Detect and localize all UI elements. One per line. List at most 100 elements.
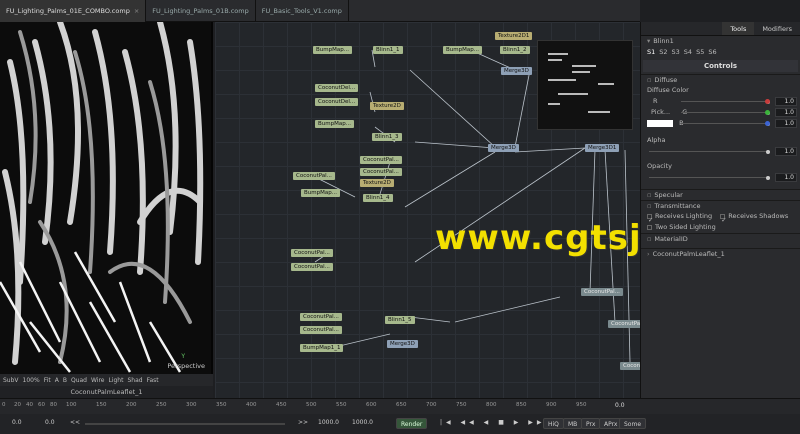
- set-s1[interactable]: S1: [647, 47, 655, 58]
- node-coconut-pal-2[interactable]: CoconutPal...: [360, 156, 402, 164]
- receives-lighting-checkbox[interactable]: ✓: [647, 213, 653, 224]
- set-s3[interactable]: S3: [672, 47, 680, 58]
- opacity-slider[interactable]: [649, 175, 770, 180]
- node-blinn-2[interactable]: Blinn1_2: [500, 46, 530, 54]
- node-coconut-pal-9[interactable]: CoconutPal...: [608, 320, 640, 328]
- node-coconut-pal-5[interactable]: CoconutPal...: [291, 263, 333, 271]
- set-s2[interactable]: S2: [659, 47, 667, 58]
- global-start-field[interactable]: 0.0: [12, 419, 22, 426]
- ruler[interactable]: 0 20 40 60 80 100 150 200 250 300 350 40…: [0, 399, 610, 415]
- node-merge3d-4[interactable]: Merge3D: [387, 340, 418, 348]
- slider-knob[interactable]: [766, 175, 770, 180]
- node-blinn-5[interactable]: Blinn1_5: [385, 316, 415, 324]
- a-button[interactable]: A: [55, 377, 59, 384]
- render-start-field[interactable]: 0.0: [45, 419, 55, 426]
- diffuse-section[interactable]: ▫ Diffuse: [641, 74, 800, 85]
- prx-button[interactable]: Prx: [581, 418, 601, 429]
- set-s4[interactable]: S4: [684, 47, 692, 58]
- two-sided-checkbox[interactable]: [647, 224, 652, 230]
- node-coconut-pal-7[interactable]: CoconutPal...: [300, 326, 342, 334]
- tool-header[interactable]: ▾ Blinn1: [641, 36, 800, 47]
- expand-icon[interactable]: ▫: [647, 234, 651, 245]
- opacity-value[interactable]: 1.0: [775, 173, 797, 182]
- timeline-current-value[interactable]: 0.0: [615, 402, 625, 409]
- light-button[interactable]: Light: [108, 377, 123, 384]
- set-s6[interactable]: S6: [708, 47, 716, 58]
- fast-button[interactable]: Fast: [147, 377, 159, 384]
- chevron-down-icon[interactable]: ▾: [647, 36, 650, 47]
- render-end-field[interactable]: 1000.0: [318, 419, 339, 426]
- node-coconut-pal-4[interactable]: CoconutPal...: [291, 249, 333, 257]
- node-coconut-del-1[interactable]: CoconutDel...: [315, 84, 359, 92]
- range-scrollbar[interactable]: [85, 423, 285, 425]
- slider-knob[interactable]: [766, 149, 770, 154]
- node-texture2d-2[interactable]: Texture2D: [370, 102, 404, 110]
- node-blinn-1[interactable]: Blinn1_1: [373, 46, 403, 54]
- node-coconut-pal-1[interactable]: CoconutPal...: [293, 172, 335, 180]
- channel-b-slider[interactable]: [681, 121, 770, 126]
- tab-comp-1[interactable]: FU_Lighting_Palms_01E_COMBO.comp ×: [0, 0, 147, 22]
- alpha-value[interactable]: 1.0: [775, 147, 797, 156]
- zoom-level[interactable]: 100%: [23, 377, 40, 384]
- scroll-left-icon[interactable]: <<: [70, 419, 80, 426]
- color-swatch[interactable]: [647, 119, 673, 127]
- transmittance-section[interactable]: ▫ Transmittance: [641, 200, 800, 211]
- node-bumpmap-3[interactable]: BumpMap...: [315, 120, 354, 128]
- tab-comp-2[interactable]: FU_Lighting_Palms_01B.comp: [146, 0, 256, 22]
- pick-button[interactable]: Pick...: [651, 108, 670, 116]
- node-blinn-4[interactable]: Blinn1_4: [363, 194, 393, 202]
- material-id-section[interactable]: ▫ MaterialID: [641, 233, 800, 244]
- set-s5[interactable]: S5: [696, 47, 704, 58]
- timeline-ruler[interactable]: 0 20 40 60 80 100 150 200 250 300 350 40…: [0, 398, 800, 414]
- tab-tools[interactable]: Tools: [722, 22, 755, 35]
- alpha-slider[interactable]: [649, 149, 770, 154]
- channel-b-value[interactable]: 1.0: [775, 119, 797, 128]
- scroll-right-icon[interactable]: >>: [298, 419, 308, 426]
- wire-button[interactable]: Wire: [91, 377, 105, 384]
- receives-shadows-checkbox[interactable]: ✓: [720, 213, 727, 224]
- ruler-tick: 400: [246, 402, 257, 408]
- node-merge3d-2[interactable]: Merge3D: [488, 144, 519, 152]
- controls-header[interactable]: Controls: [643, 60, 798, 72]
- mb-button[interactable]: MB: [563, 418, 583, 429]
- node-bumpmap-1[interactable]: BumpMap...: [313, 46, 352, 54]
- specular-section[interactable]: ▫ Specular: [641, 189, 800, 200]
- node-coconut-pal-8[interactable]: CoconutPal...: [581, 288, 623, 296]
- node-flow-editor[interactable]: BumpMap... Blinn1_1 BumpMap... Texture2D…: [215, 22, 640, 398]
- node-texture2d-1[interactable]: Texture2D1: [495, 32, 533, 40]
- fit-button[interactable]: Fit: [44, 377, 51, 384]
- view-mode-label[interactable]: Perspective: [167, 362, 205, 370]
- ruler-tick: 700: [426, 402, 437, 408]
- 3d-viewer[interactable]: Y Perspective: [0, 22, 213, 374]
- flow-navigator[interactable]: [537, 40, 633, 130]
- node-bumpmap-4[interactable]: BumpMap...: [301, 189, 340, 197]
- close-icon[interactable]: ×: [134, 7, 139, 15]
- node-merge3d-3[interactable]: Merge3D1: [585, 144, 620, 152]
- node-coconut-del-2[interactable]: CoconutDel...: [315, 98, 359, 106]
- node-bumpmap-2[interactable]: BumpMap...: [443, 46, 482, 54]
- hiq-button[interactable]: HiQ: [543, 418, 564, 429]
- node-bumpmap-5[interactable]: BumpMap1_1: [300, 344, 344, 352]
- subview-button[interactable]: SubV: [3, 377, 19, 384]
- node-coconut-pal-3[interactable]: CoconutPal...: [360, 168, 402, 176]
- some-button[interactable]: Some: [619, 418, 647, 429]
- channel-g-slider[interactable]: [681, 110, 770, 115]
- node-blinn-3[interactable]: Blinn1_3: [372, 133, 402, 141]
- chevron-right-icon[interactable]: ›: [647, 249, 650, 260]
- shad-button[interactable]: Shad: [127, 377, 142, 384]
- render-button[interactable]: Render: [396, 418, 428, 429]
- channel-g-value[interactable]: 1.0: [775, 108, 797, 117]
- node-coconut-pal-10[interactable]: CoconutPal...: [620, 362, 640, 370]
- tab-modifiers[interactable]: Modifiers: [754, 22, 800, 35]
- channel-r-slider[interactable]: [681, 99, 770, 104]
- channel-r-value[interactable]: 1.0: [775, 97, 797, 106]
- node-coconut-pal-6[interactable]: CoconutPal...: [300, 313, 342, 321]
- global-end-field[interactable]: 1000.0: [352, 419, 373, 426]
- node-texture2d-3[interactable]: Texture2D: [360, 179, 394, 187]
- tab-comp-3[interactable]: FU_Basic_Tools_V1.comp: [256, 0, 349, 22]
- next-tool-header[interactable]: › CoconutPalmLeaflet_1: [641, 248, 800, 259]
- b-button[interactable]: B: [63, 377, 67, 384]
- quad-button[interactable]: Quad: [71, 377, 87, 384]
- node-merge3d-1[interactable]: Merge3D: [501, 67, 532, 75]
- ruler-tick: 750: [456, 402, 467, 408]
